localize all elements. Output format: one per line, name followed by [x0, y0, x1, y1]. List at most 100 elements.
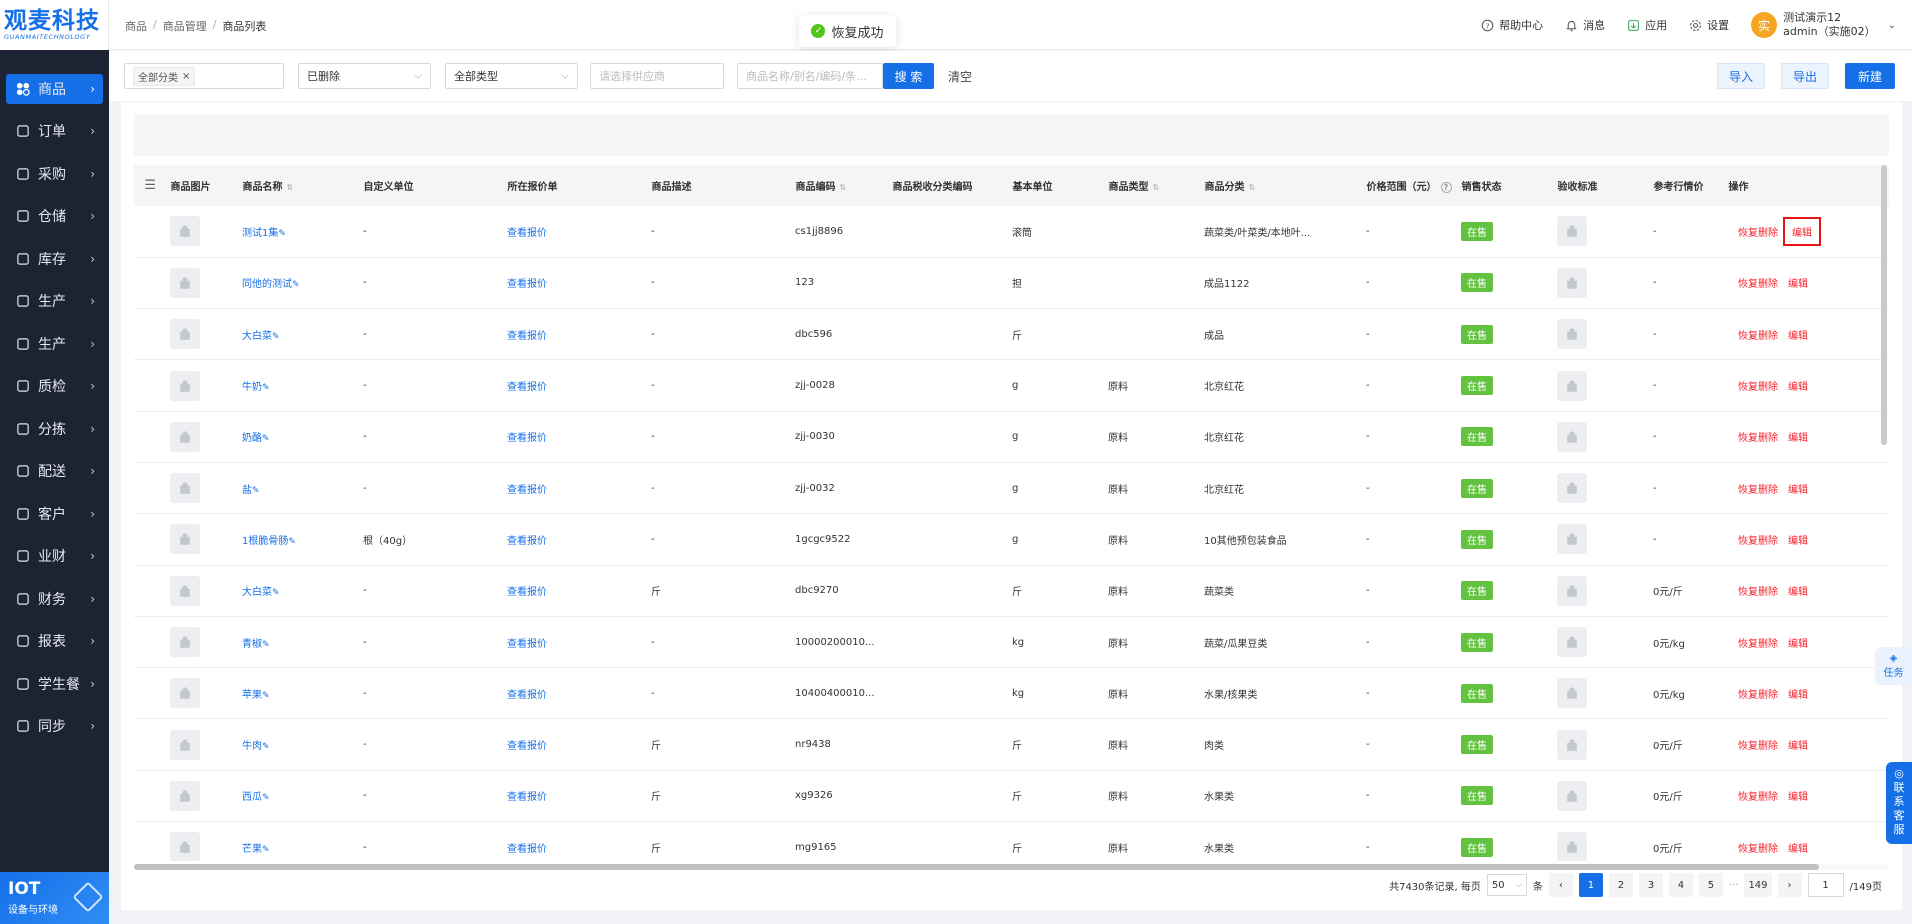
image-placeholder-icon[interactable] [1557, 780, 1587, 811]
product-name-link[interactable]: 牛肉 [242, 741, 262, 752]
table-row[interactable]: 奶酪✎ - 查看报价 - zjj-0030 g 原料 北京红花 - 在售 - 恢复删除 编辑 [134, 411, 1889, 463]
search-button[interactable]: 搜 索 [883, 63, 934, 89]
image-placeholder-icon[interactable] [1557, 627, 1587, 658]
column-settings-icon[interactable]: ☰ [134, 165, 168, 206]
edit-button[interactable]: 编辑 [1788, 686, 1808, 701]
edit-button[interactable]: 编辑 [1788, 788, 1808, 803]
image-placeholder-icon[interactable] [170, 267, 200, 298]
sort-icon[interactable]: ⇅ [287, 183, 294, 192]
table-row[interactable]: 同他的测试✎ - 查看报价 -123 担成品1122- 在售 - 恢复删除 编辑 [134, 257, 1889, 310]
sidebar-item-6[interactable]: 生产 › [0, 323, 109, 366]
image-placeholder-icon[interactable] [170, 473, 200, 504]
view-quote-link[interactable]: 查看报价 [507, 741, 547, 752]
image-placeholder-icon[interactable] [1557, 832, 1587, 861]
sidebar-item-3[interactable]: 仓储 › [0, 195, 109, 238]
table-row[interactable]: 西瓜✎ - 查看报价斤 xg9326 斤原料 水果类 - 在售 0元/斤 恢复删除 编辑 [134, 770, 1889, 823]
view-quote-link[interactable]: 查看报价 [507, 433, 547, 444]
pencil-icon[interactable]: ✎ [262, 793, 270, 803]
edit-button[interactable]: 编辑 [1788, 840, 1808, 855]
image-placeholder-icon[interactable] [170, 575, 200, 606]
restore-delete-button[interactable]: 恢复删除 [1738, 690, 1778, 701]
customer-service-widget[interactable]: ◎ 联 系 客 服 [1886, 762, 1912, 844]
iot-banner[interactable]: IOT 设备与环境 [0, 872, 109, 924]
search-input[interactable]: 商品名称/别名/编码/条... [737, 63, 883, 89]
pencil-icon[interactable]: ✎ [278, 229, 286, 239]
product-name-link[interactable]: 奶酪 [242, 433, 262, 444]
restore-delete-button[interactable]: 恢复删除 [1738, 228, 1778, 239]
view-quote-link[interactable]: 查看报价 [507, 331, 547, 342]
sort-icon[interactable]: ⇅ [1249, 183, 1256, 192]
product-name-link[interactable]: 苹果 [242, 690, 262, 701]
page-button[interactable]: 2 [1608, 873, 1633, 897]
goods-table-wrapper[interactable]: ☰ 商品图片 商品名称 ⇅ 自定义单位 所在报价单 商品描述 商品编码 ⇅ 商品税收… [134, 165, 1889, 861]
view-quote-link[interactable]: 查看报价 [507, 844, 547, 855]
status-select[interactable]: 已删除 ⌵ [298, 63, 431, 89]
export-button[interactable]: 导出 [1781, 63, 1829, 89]
table-row[interactable]: 芒果✎ - 查看报价斤 mg9165 斤原料 水果类 - 在售 0元/斤 恢复删除 编辑 [134, 821, 1889, 861]
sidebar-item-12[interactable]: 财务 › [0, 578, 109, 621]
page-button[interactable]: 1 [1578, 873, 1603, 897]
product-name-link[interactable]: 大白菜 [242, 331, 272, 342]
product-name-link[interactable]: 同他的测试 [242, 279, 292, 290]
view-quote-link[interactable]: 查看报价 [507, 382, 547, 393]
table-row[interactable]: 牛奶✎ - 查看报价 - zjj-0028 g 原料 北京红花 - 在售 - 恢复删除 编辑 [134, 359, 1889, 412]
pencil-icon[interactable]: ✎ [262, 640, 270, 650]
edit-button[interactable]: 编辑 [1788, 737, 1808, 752]
image-placeholder-icon[interactable] [1557, 216, 1587, 247]
sidebar-item-5[interactable]: 生产 › [0, 280, 109, 323]
settings-button[interactable]: 设置 [1689, 17, 1729, 33]
product-name-link[interactable]: 青椒 [242, 639, 262, 650]
restore-delete-button[interactable]: 恢复删除 [1738, 536, 1778, 547]
sidebar-item-14[interactable]: 学生餐 › [0, 663, 109, 706]
page-button[interactable]: 4 [1668, 873, 1693, 897]
view-quote-link[interactable]: 查看报价 [507, 536, 547, 547]
breadcrumb-item-goods[interactable]: 商品 [125, 18, 147, 34]
sidebar-item-7[interactable]: 质检 › [0, 365, 109, 408]
edit-button[interactable]: 编辑 [1788, 327, 1808, 342]
new-button[interactable]: 新建 [1845, 63, 1895, 89]
table-row[interactable]: 大白菜✎ - 查看报价斤 dbc9270 斤原料 蔬菜类 - 在售 0元/斤 恢复删除 编辑 [134, 565, 1889, 617]
product-name-link[interactable]: 芒果 [242, 844, 262, 855]
pencil-icon[interactable]: ✎ [262, 383, 270, 393]
edit-button[interactable]: 编辑 [1788, 481, 1808, 496]
view-quote-link[interactable]: 查看报价 [507, 279, 547, 290]
prev-page-button[interactable]: ‹ [1548, 873, 1573, 897]
messages-button[interactable]: 消息 [1565, 17, 1605, 33]
next-page-button[interactable]: › [1777, 873, 1802, 897]
pencil-icon[interactable]: ✎ [292, 280, 300, 290]
product-name-link[interactable]: 盐 [242, 485, 252, 496]
apps-button[interactable]: 应用 [1627, 17, 1667, 33]
sidebar-item-4[interactable]: 库存 › [0, 238, 109, 281]
view-quote-link[interactable]: 查看报价 [507, 485, 547, 496]
breadcrumb-item-goods-management[interactable]: 商品管理 [163, 18, 207, 34]
image-placeholder-icon[interactable] [170, 780, 200, 811]
restore-delete-button[interactable]: 恢复删除 [1738, 331, 1778, 342]
restore-delete-button[interactable]: 恢复删除 [1738, 844, 1778, 855]
page-button[interactable]: 3 [1638, 873, 1663, 897]
sort-icon[interactable]: ⇅ [840, 183, 847, 192]
image-placeholder-icon[interactable] [170, 524, 200, 555]
image-placeholder-icon[interactable] [170, 729, 200, 760]
pencil-icon[interactable]: ✎ [262, 691, 270, 701]
image-placeholder-icon[interactable] [1557, 421, 1587, 452]
image-placeholder-icon[interactable] [170, 216, 200, 247]
restore-delete-button[interactable]: 恢复删除 [1738, 639, 1778, 650]
pencil-icon[interactable]: ✎ [262, 434, 270, 444]
type-select[interactable]: 全部类型 ⌵ [445, 63, 578, 89]
page-button[interactable]: 149 [1744, 873, 1772, 897]
image-placeholder-icon[interactable] [1557, 267, 1587, 298]
restore-delete-button[interactable]: 恢复删除 [1738, 587, 1778, 598]
edit-button[interactable]: 编辑 [1788, 429, 1808, 444]
edit-button[interactable]: 编辑 [1788, 378, 1808, 393]
edit-button[interactable]: 编辑 [1788, 275, 1808, 290]
image-placeholder-icon[interactable] [1557, 370, 1587, 401]
question-icon[interactable]: ? [1440, 182, 1452, 193]
image-placeholder-icon[interactable] [170, 832, 200, 861]
sidebar-item-13[interactable]: 报表 › [0, 620, 109, 663]
view-quote-link[interactable]: 查看报价 [507, 690, 547, 701]
vertical-scrollbar[interactable] [1881, 165, 1887, 445]
sidebar-item-2[interactable]: 采购 › [0, 153, 109, 196]
col-category[interactable]: 商品分类 ⇅ [1201, 165, 1364, 206]
image-placeholder-icon[interactable] [170, 421, 200, 452]
supplier-select[interactable]: 请选择供应商 [590, 63, 724, 89]
